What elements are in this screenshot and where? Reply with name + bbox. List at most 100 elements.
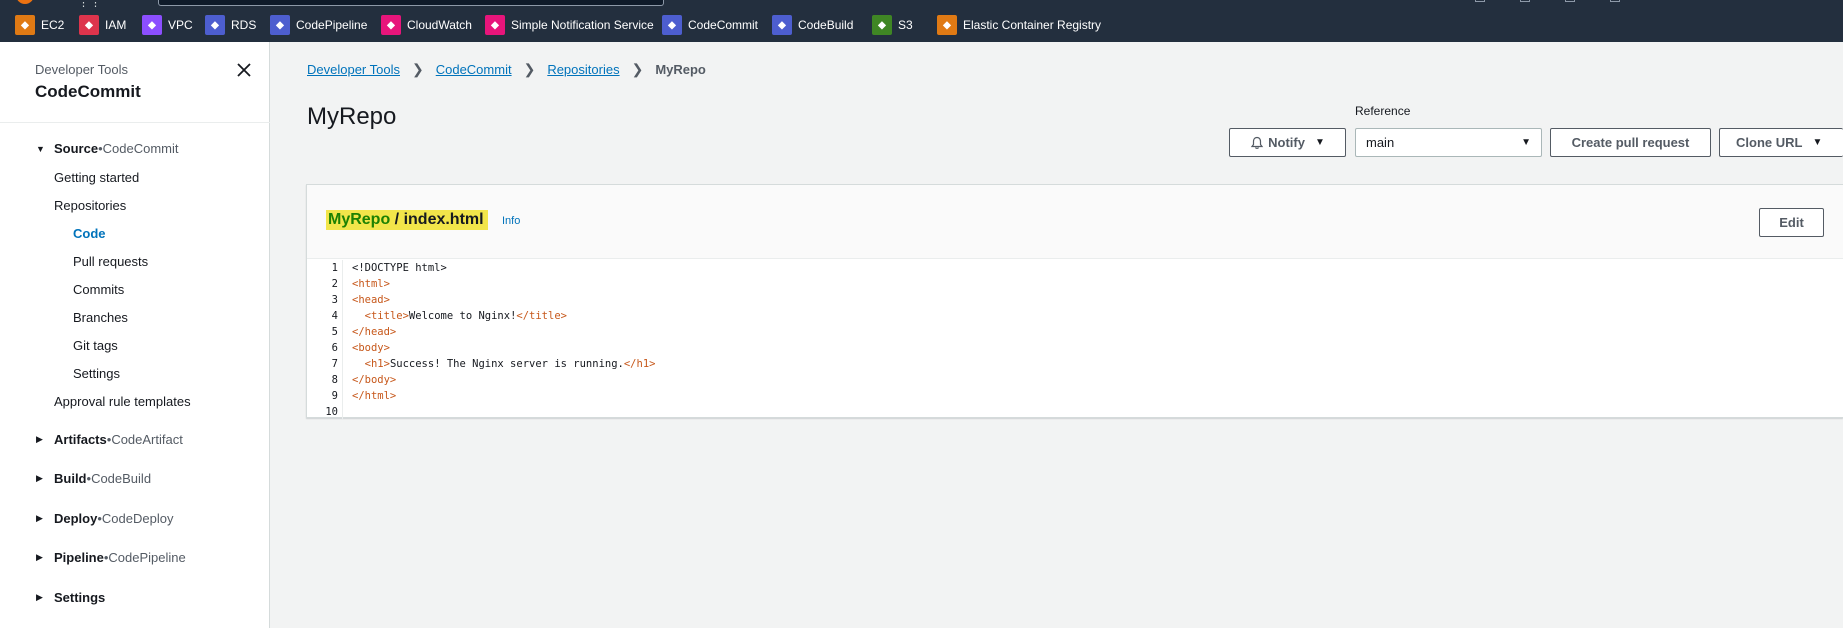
page-title: MyRepo	[307, 103, 397, 130]
aws-logo-icon[interactable]	[16, 0, 34, 4]
chevron-right-icon: ❯	[631, 61, 644, 77]
file-path: / index.html	[390, 211, 484, 228]
favorite-label: CloudWatch	[407, 18, 472, 32]
sidebar-item-pull-requests[interactable]: Pull requests	[73, 254, 148, 269]
sidebar-title: CodeCommit	[35, 82, 141, 101]
favorite-vpc[interactable]: ◆ VPC	[142, 15, 193, 35]
caret-right-icon: ▶	[36, 473, 43, 483]
favorite-cloudwatch[interactable]: ◆ CloudWatch	[381, 15, 472, 35]
line-number: 9	[307, 388, 343, 404]
notify-label: Notify	[1268, 135, 1305, 150]
code-text: Welcome to Nginx!	[408, 310, 517, 322]
sidebar-section-service: CodeDeploy	[101, 511, 174, 526]
ecr-icon: ◆	[937, 15, 957, 35]
cloudshell-icon[interactable]	[1475, 0, 1485, 2]
sidebar-item-branches[interactable]: Branches	[73, 310, 128, 325]
sidebar-section-label: Pipeline	[54, 550, 104, 565]
notifications-icon[interactable]	[1520, 0, 1530, 2]
sidebar-section-pipeline[interactable]: ▶ Pipeline • CodePipeline	[36, 550, 186, 565]
sidebar-section-label: Build	[54, 471, 87, 486]
favorite-label: CodePipeline	[296, 18, 368, 32]
sidebar-item-repositories[interactable]: Repositories	[54, 198, 126, 213]
code-line: 8 </body>	[307, 372, 1843, 388]
clone-url-button[interactable]: Clone URL ▼	[1719, 128, 1843, 157]
sidebar-section-settings[interactable]: ▶ Settings	[36, 590, 105, 605]
sidebar-section-source[interactable]: ▼ Source • CodeCommit	[36, 141, 179, 156]
sidebar-item-git-tags[interactable]: Git tags	[73, 338, 118, 353]
favorite-elastic-container-registry[interactable]: ◆ Elastic Container Registry	[937, 15, 1101, 35]
code-line: 10	[307, 404, 1843, 420]
favorite-label: CodeBuild	[798, 18, 854, 32]
code-tag: <html>	[352, 278, 390, 290]
codepipeline-icon: ◆	[270, 15, 290, 35]
search-input[interactable]	[158, 0, 664, 6]
line-number: 5	[307, 324, 343, 340]
caret-down-icon: ▼	[1314, 137, 1325, 148]
line-number: 6	[307, 340, 343, 356]
clone-url-label: Clone URL	[1736, 135, 1803, 150]
breadcrumb-repositories[interactable]: Repositories	[547, 62, 619, 77]
iam-icon: ◆	[79, 15, 99, 35]
favorite-codecommit[interactable]: ◆ CodeCommit	[662, 15, 758, 35]
caret-right-icon: ▶	[36, 434, 43, 444]
create-pull-request-button[interactable]: Create pull request	[1550, 128, 1711, 157]
notify-button[interactable]: Notify ▼	[1229, 128, 1346, 157]
favorite-label: CodeCommit	[688, 18, 759, 32]
file-repo-name[interactable]: MyRepo	[328, 211, 390, 228]
file-viewer-panel: MyRepo / index.html Info Edit 1 <!DOCTYPE…	[306, 184, 1843, 420]
close-icon[interactable]	[234, 60, 254, 80]
favorite-codebuild[interactable]: ◆ CodeBuild	[772, 15, 853, 35]
sidebar-section-label: Settings	[54, 590, 106, 605]
breadcrumb-codecommit[interactable]: CodeCommit	[436, 62, 512, 77]
sidebar-parent-link[interactable]: Developer Tools	[35, 62, 128, 77]
sidebar-item-approval-rule-templates[interactable]: Approval rule templates	[54, 394, 191, 409]
vpc-icon: ◆	[142, 15, 162, 35]
sidebar-section-label: Source	[54, 141, 99, 156]
sns-icon: ◆	[485, 15, 505, 35]
code-line: 1 <!DOCTYPE html>	[307, 260, 1843, 276]
s3-icon: ◆	[872, 15, 892, 35]
sidebar-item-getting-started[interactable]: Getting started	[54, 170, 139, 185]
rds-icon: ◆	[205, 15, 225, 35]
side-navigation: Developer Tools CodeCommit ▼ Source • Co…	[0, 42, 270, 628]
code-tag: <h1>	[364, 358, 390, 370]
line-source: </html>	[352, 388, 396, 404]
favorite-codepipeline[interactable]: ◆ CodePipeline	[270, 15, 367, 35]
code-tag: </h1>	[623, 358, 656, 370]
chevron-right-icon: ❯	[411, 61, 424, 77]
breadcrumb-developer-tools[interactable]: Developer Tools	[307, 62, 400, 77]
favorite-label: EC2	[41, 18, 65, 32]
sidebar-section-deploy[interactable]: ▶ Deploy • CodeDeploy	[36, 511, 173, 526]
line-number: 3	[307, 292, 343, 308]
help-icon[interactable]	[1565, 0, 1575, 2]
sidebar-section-artifacts[interactable]: ▶ Artifacts • CodeArtifact	[36, 432, 183, 447]
settings-icon[interactable]	[1610, 0, 1620, 2]
line-source: <body>	[352, 340, 390, 356]
edit-button[interactable]: Edit	[1759, 208, 1824, 237]
reference-select[interactable]: main ▼	[1355, 128, 1542, 157]
code-tag: </head>	[352, 326, 397, 338]
favorite-iam[interactable]: ◆ IAM	[79, 15, 126, 35]
code-text: Success! The Nginx server is running.	[389, 358, 624, 370]
sidebar-item-settings[interactable]: Settings	[73, 366, 120, 381]
favorite-simple-notification-service[interactable]: ◆ Simple Notification Service	[485, 15, 654, 35]
file-path-title: MyRepo / index.html	[326, 210, 488, 230]
sidebar-section-service: CodeCommit	[102, 141, 179, 156]
code-tag: </html>	[352, 390, 397, 402]
code-line: 5 </head>	[307, 324, 1843, 340]
sidebar-item-commits[interactable]: Commits	[73, 282, 124, 297]
line-source: <h1>Success! The Nginx server is running…	[352, 356, 656, 372]
sidebar-item-code[interactable]: Code	[73, 226, 106, 241]
codecommit-icon: ◆	[662, 15, 682, 35]
sidebar-section-service: CodeArtifact	[111, 432, 183, 447]
favorite-ec2[interactable]: ◆ EC2	[15, 15, 64, 35]
favorite-rds[interactable]: ◆ RDS	[205, 15, 256, 35]
favorite-label: Elastic Container Registry	[963, 18, 1102, 32]
info-link[interactable]: Info	[502, 215, 520, 227]
sidebar-section-build[interactable]: ▶ Build • CodeBuild	[36, 471, 151, 486]
favorite-s3[interactable]: ◆ S3	[872, 15, 913, 35]
services-grid-icon[interactable]: ⋮⋮	[78, 0, 102, 9]
codebuild-icon: ◆	[772, 15, 792, 35]
